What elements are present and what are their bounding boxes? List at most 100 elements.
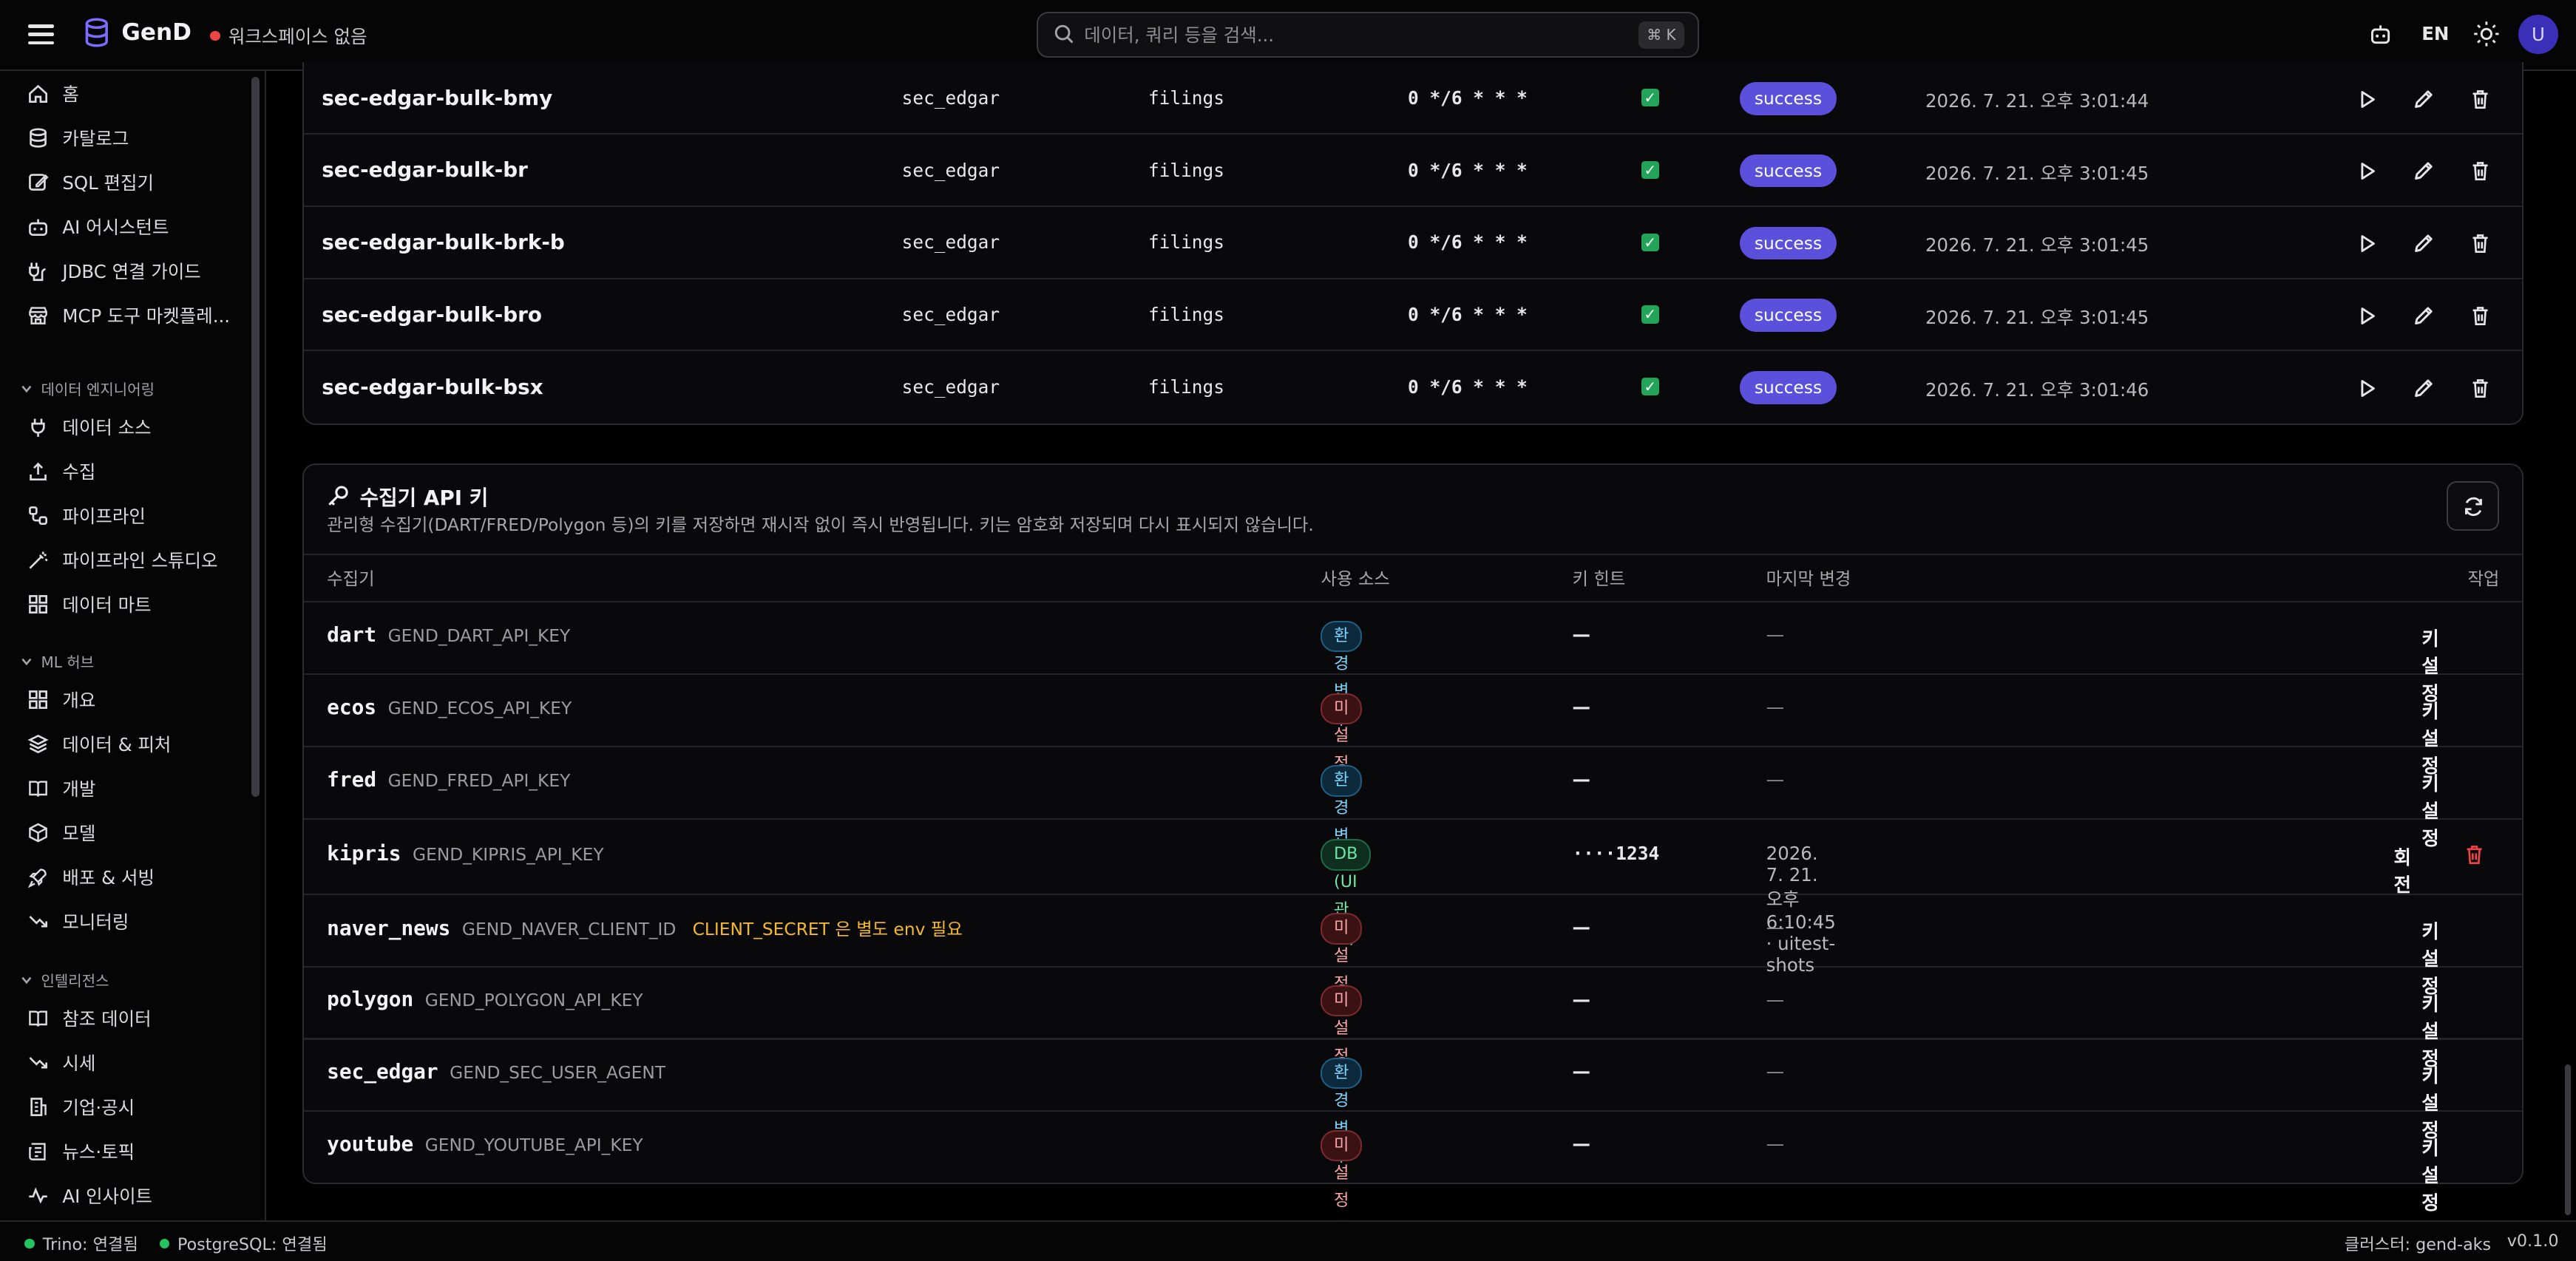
run-button[interactable] bbox=[2356, 231, 2379, 254]
sidebar-item-2-3[interactable]: 뉴스·토픽 bbox=[27, 1137, 135, 1166]
key-hint: — bbox=[1572, 988, 1590, 1010]
home-icon bbox=[28, 84, 47, 103]
refresh-button[interactable] bbox=[2446, 481, 2499, 531]
job-name[interactable]: sec-edgar-bulk-bro bbox=[322, 302, 542, 327]
job-schedule: 0 */6 * * * bbox=[1408, 375, 1528, 398]
sidebar-item-5[interactable]: MCP 도구 마켓플레... bbox=[27, 301, 230, 330]
api-keys-title: 수집기 API 키 bbox=[327, 481, 488, 511]
collector-name: naver_news bbox=[327, 915, 451, 940]
pencil-icon bbox=[2414, 379, 2433, 397]
sidebar-item-1-3[interactable]: 모델 bbox=[27, 818, 95, 848]
workspace-selector[interactable]: 워크스페이스 없음 bbox=[210, 23, 367, 49]
set-key-button[interactable]: 키 설정 bbox=[2421, 624, 2439, 706]
rotate-key-button[interactable]: 회전 bbox=[2393, 843, 2411, 897]
delete-button[interactable] bbox=[2469, 231, 2492, 254]
edit-button[interactable] bbox=[2412, 231, 2435, 254]
sidebar-item-label: 시세 bbox=[62, 1053, 96, 1075]
run-button[interactable] bbox=[2356, 87, 2379, 110]
sidebar-item-label: MCP 도구 마켓플레... bbox=[62, 305, 231, 327]
sidebar-item-0-1[interactable]: 수집 bbox=[27, 457, 95, 486]
sidebar-group-0[interactable]: 데이터 엔지니어링 bbox=[20, 378, 155, 399]
key-hint: ····1234 bbox=[1572, 842, 1660, 864]
sidebar-item-0-2[interactable]: 파이프라인 bbox=[27, 501, 146, 531]
menu-icon[interactable] bbox=[27, 21, 55, 48]
sidebar-item-0-3[interactable]: 파이프라인 스튜디오 bbox=[27, 545, 218, 575]
delete-button[interactable] bbox=[2469, 160, 2492, 183]
set-key-button[interactable]: 키 설정 bbox=[2421, 1133, 2439, 1215]
set-key-button[interactable]: 키 설정 bbox=[2421, 1061, 2439, 1143]
sidebar-item-label: 데이터 마트 bbox=[62, 594, 152, 616]
sidebar-item-0-0[interactable]: 데이터 소스 bbox=[27, 412, 152, 442]
edit-button[interactable] bbox=[2412, 304, 2435, 327]
sidebar-item-2-0[interactable]: 참조 데이터 bbox=[27, 1004, 152, 1033]
last-changed: — bbox=[1766, 1061, 1785, 1083]
sidebar-item-label: 홈 bbox=[62, 84, 79, 106]
run-button[interactable] bbox=[2356, 376, 2379, 399]
trash-icon bbox=[2472, 234, 2488, 254]
sidebar-scrollbar[interactable] bbox=[251, 77, 260, 797]
bot-icon[interactable] bbox=[2369, 23, 2392, 46]
delete-button[interactable] bbox=[2469, 87, 2492, 110]
enabled-check-icon: ✓ bbox=[1641, 233, 1659, 251]
sidebar-item-2-2[interactable]: 기업·공시 bbox=[27, 1092, 135, 1122]
sidebar-item-label: 모니터링 bbox=[62, 911, 129, 933]
set-key-button[interactable]: 키 설정 bbox=[2421, 696, 2439, 778]
app-logo[interactable]: GenD bbox=[84, 18, 191, 47]
job-schedule: 0 */6 * * * bbox=[1408, 86, 1528, 109]
collector-name: youtube bbox=[327, 1131, 414, 1156]
main-scrollbar[interactable] bbox=[2564, 1064, 2572, 1216]
collector-env-var: GEND_YOUTUBE_API_KEY bbox=[424, 1134, 643, 1155]
job-target: filings bbox=[1148, 304, 1224, 326]
sidebar-item-1-2[interactable]: 개발 bbox=[27, 774, 95, 803]
avatar[interactable]: U bbox=[2518, 14, 2558, 55]
sidebar-item-4[interactable]: JDBC 연결 가이드 bbox=[27, 256, 201, 286]
edit-button[interactable] bbox=[2412, 87, 2435, 110]
workflow-icon bbox=[28, 506, 47, 526]
delete-button[interactable] bbox=[2469, 376, 2492, 399]
edit-button[interactable] bbox=[2412, 160, 2435, 183]
run-button[interactable] bbox=[2356, 304, 2379, 327]
sidebar-group-2[interactable]: 인텔리전스 bbox=[20, 969, 109, 990]
play-icon bbox=[2361, 90, 2375, 108]
sidebar-group-1[interactable]: ML 허브 bbox=[20, 650, 94, 672]
language-toggle[interactable]: EN bbox=[2421, 23, 2449, 44]
grid-icon bbox=[28, 690, 47, 709]
job-name[interactable]: sec-edgar-bulk-bsx bbox=[322, 375, 543, 399]
api-keys-title-text: 수집기 API 키 bbox=[359, 486, 489, 511]
sidebar-item-1-0[interactable]: 개요 bbox=[27, 685, 96, 715]
upload-icon bbox=[29, 462, 47, 481]
row-divider bbox=[304, 1110, 2522, 1112]
job-source: sec_edgar bbox=[901, 86, 1000, 109]
set-key-button[interactable]: 키 설정 bbox=[2421, 989, 2439, 1071]
status-badge: success bbox=[1739, 82, 1837, 115]
rocket-icon bbox=[27, 869, 47, 888]
edit-button[interactable] bbox=[2412, 376, 2435, 399]
delete-button[interactable] bbox=[2469, 304, 2492, 327]
sidebar-item-1-4[interactable]: 배포 & 서빙 bbox=[27, 863, 155, 892]
search-bar[interactable]: 데이터, 쿼리 등을 검색... ⌘ K bbox=[1037, 11, 1699, 58]
trino-status-dot bbox=[24, 1238, 35, 1248]
sidebar-item-1[interactable]: 카탈로그 bbox=[27, 123, 129, 153]
set-key-button[interactable]: 키 설정 bbox=[2421, 769, 2439, 851]
col-collector: 수집기 bbox=[327, 568, 375, 590]
sidebar-item-3[interactable]: AI 어시스턴트 bbox=[27, 212, 169, 242]
sidebar-item-label: 개요 bbox=[62, 690, 96, 712]
sidebar-item-0[interactable]: 홈 bbox=[27, 79, 79, 109]
job-name[interactable]: sec-edgar-bulk-bmy bbox=[322, 86, 552, 110]
sidebar-item-0-4[interactable]: 데이터 마트 bbox=[27, 590, 152, 619]
last-changed: — bbox=[1766, 696, 1785, 718]
sidebar-item-1-1[interactable]: 데이터 & 피처 bbox=[27, 730, 171, 759]
run-button[interactable] bbox=[2356, 160, 2379, 183]
job-name[interactable]: sec-edgar-bulk-brk-b bbox=[322, 230, 564, 254]
sidebar-item-2[interactable]: SQL 편집기 bbox=[27, 168, 154, 197]
trash-icon bbox=[2467, 845, 2482, 864]
sidebar-item-2-4[interactable]: AI 인사이트 bbox=[27, 1181, 152, 1211]
theme-toggle-sun-icon[interactable] bbox=[2472, 20, 2501, 48]
sidebar-item-1-5[interactable]: 모니터링 bbox=[27, 907, 129, 937]
sidebar-item-2-1[interactable]: 시세 bbox=[27, 1048, 96, 1078]
job-name[interactable]: sec-edgar-bulk-br bbox=[322, 157, 528, 182]
delete-key-button[interactable] bbox=[2463, 843, 2486, 866]
set-key-button[interactable]: 키 설정 bbox=[2421, 917, 2439, 999]
last-changed: — bbox=[1766, 988, 1785, 1010]
status-badge: success bbox=[1739, 371, 1837, 404]
